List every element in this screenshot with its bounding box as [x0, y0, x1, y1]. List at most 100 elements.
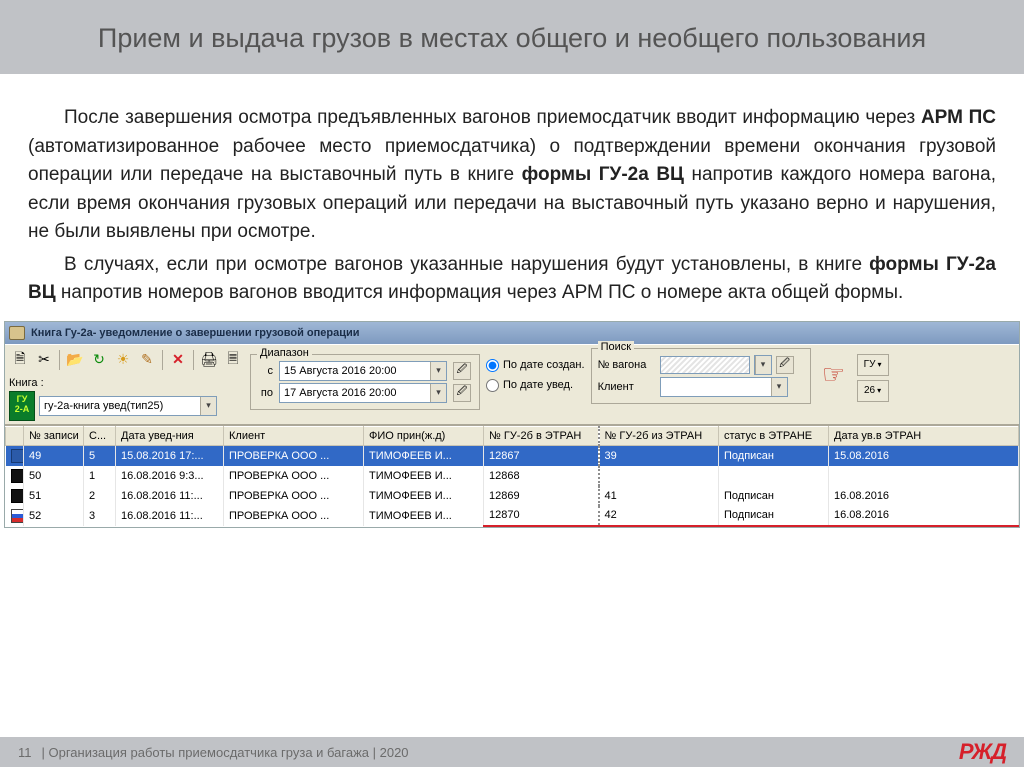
chevron-down-icon: ▾: [877, 386, 881, 395]
search-wagon-btn[interactable]: 🖉: [776, 356, 794, 374]
gu26-top-button[interactable]: ГУ▾: [857, 354, 889, 376]
search-wagon-input[interactable]: [660, 356, 750, 374]
radio-by-notify[interactable]: По дате увед.: [486, 378, 585, 392]
sun-icon[interactable]: ☀: [112, 349, 134, 371]
new-doc-icon[interactable]: 🗎: [9, 349, 31, 371]
cell-gu-in: 12867: [484, 445, 599, 466]
th-gu-out[interactable]: № ГУ-2б из ЭТРАН: [599, 426, 719, 445]
cell-client: ПРОВЕРКА ООО ...: [224, 486, 364, 506]
chevron-down-icon[interactable]: [755, 356, 771, 374]
cell-gu-in: 12868: [484, 466, 599, 486]
search-client-combo[interactable]: [660, 377, 788, 397]
chevron-down-icon[interactable]: [200, 397, 216, 415]
th-rec[interactable]: № записи: [24, 426, 84, 445]
search-client-label: Клиент: [598, 381, 656, 393]
toolbar-icons: 🗎 ✂ 📂 ↻ ☀ ✎ ✕ 🖨 🗏: [9, 348, 244, 372]
badge-line2: 2-А: [10, 405, 34, 415]
cell-client: ПРОВЕРКА ООО ...: [224, 506, 364, 526]
cell-status: Подписан: [719, 486, 829, 506]
folder-icon[interactable]: 📂: [64, 349, 86, 371]
cell-client: ПРОВЕРКА ООО ...: [224, 466, 364, 486]
slide-footer: 11 | Организация работы приемосдатчика г…: [0, 737, 1024, 767]
separator: [193, 350, 194, 370]
range-to-input[interactable]: [280, 384, 430, 402]
cell-icon: [6, 486, 24, 506]
range-group: Диапазон с 🖉 по 🖉: [250, 354, 480, 410]
radio-by-notify-input[interactable]: [486, 379, 499, 392]
range-to-label: по: [257, 387, 273, 399]
chevron-down-icon[interactable]: [430, 384, 446, 402]
table-row[interactable]: 50116.08.2016 9:3...ПРОВЕРКА ООО ...ТИМО…: [6, 466, 1019, 486]
chevron-down-icon[interactable]: [430, 362, 446, 380]
cell-gu-in: 12870: [484, 506, 599, 526]
cell-fio: ТИМОФЕЕВ И...: [364, 466, 484, 486]
cell-gu-out: 42: [599, 506, 719, 526]
cell-date-etran: 15.08.2016: [829, 445, 1019, 466]
gu26-top-text: ГУ: [864, 359, 876, 370]
range-legend: Диапазон: [257, 347, 312, 359]
range-from-input[interactable]: [280, 362, 430, 380]
range-to-picker[interactable]: 🖉: [453, 384, 471, 402]
chevron-down-icon: ▾: [877, 360, 881, 369]
footer-text: | Организация работы приемосдатчика груз…: [42, 745, 409, 760]
slide-title: Прием и выдача грузов в местах общего и …: [40, 20, 984, 56]
cell-icon: [6, 466, 24, 486]
cell-s: 2: [84, 486, 116, 506]
range-to-combo[interactable]: [279, 383, 447, 403]
radio-by-create-input[interactable]: [486, 359, 499, 372]
th-s[interactable]: С...: [84, 426, 116, 445]
cell-fio: ТИМОФЕЕВ И...: [364, 506, 484, 526]
cell-date: 16.08.2016 9:3...: [116, 466, 224, 486]
p1-pre: После завершения осмотра предъявленных в…: [64, 107, 921, 128]
th-client[interactable]: Клиент: [224, 426, 364, 445]
search-client-input[interactable]: [661, 378, 771, 396]
table-row[interactable]: 51216.08.2016 11:...ПРОВЕРКА ООО ...ТИМО…: [6, 486, 1019, 506]
th-fio[interactable]: ФИО прин(ж.д): [364, 426, 484, 445]
cell-gu-out: 41: [599, 486, 719, 506]
th-date-etran[interactable]: Дата ув.в ЭТРАН: [829, 426, 1019, 445]
app-window: Книга Гу-2а- уведомление о завершении гр…: [4, 321, 1020, 528]
gu26-bottom-button[interactable]: 26▾: [857, 380, 889, 402]
records-table[interactable]: № записи С... Дата увед-ния Клиент ФИО п…: [5, 425, 1019, 527]
slide-header: Прием и выдача грузов в местах общего и …: [0, 0, 1024, 74]
titlebar: Книга Гу-2а- уведомление о завершении гр…: [5, 322, 1019, 344]
pencil-icon[interactable]: ✎: [136, 349, 158, 371]
book-selector: Книга : ГУ 2-А: [9, 377, 244, 421]
delete-icon[interactable]: ✕: [167, 349, 189, 371]
gu26-bottom-text: 26: [864, 385, 875, 396]
radio-by-create-label: По дате создан.: [503, 359, 585, 371]
table-header-row: № записи С... Дата увед-ния Клиент ФИО п…: [6, 426, 1019, 445]
cell-gu-out: [599, 466, 719, 486]
book-combo-input[interactable]: [40, 397, 200, 415]
row-status-icon: [11, 489, 24, 503]
p1-b1: АРМ ПС: [921, 107, 996, 128]
cell-icon: [6, 506, 24, 526]
paragraph-2: В случаях, если при осмотре вагонов указ…: [28, 251, 996, 308]
cell-s: 5: [84, 445, 116, 466]
cell-s: 1: [84, 466, 116, 486]
book-label: Книга :: [9, 377, 244, 389]
refresh-icon[interactable]: ↻: [88, 349, 110, 371]
hand-pointer-icon[interactable]: ☞: [817, 358, 851, 392]
book-combo[interactable]: [39, 396, 217, 416]
page-number: 11: [18, 745, 32, 760]
th-icon[interactable]: [6, 426, 24, 445]
doc-icon[interactable]: 🗏: [222, 349, 244, 371]
rzd-logo: РЖД: [959, 739, 1006, 765]
th-date[interactable]: Дата увед-ния: [116, 426, 224, 445]
scissors-icon[interactable]: ✂: [33, 349, 55, 371]
separator: [162, 350, 163, 370]
th-status[interactable]: статус в ЭТРАНЕ: [719, 426, 829, 445]
chevron-down-icon[interactable]: [771, 378, 787, 396]
radio-by-create[interactable]: По дате создан.: [486, 358, 585, 372]
body-text: После завершения осмотра предъявленных в…: [0, 74, 1024, 317]
range-from-combo[interactable]: [279, 361, 447, 381]
table-row[interactable]: 52316.08.2016 11:...ПРОВЕРКА ООО ...ТИМО…: [6, 506, 1019, 526]
search-wagon-dd[interactable]: [754, 355, 772, 375]
p1-b2: формы ГУ-2а ВЦ: [522, 164, 684, 185]
range-from-picker[interactable]: 🖉: [453, 362, 471, 380]
toolbar: 🗎 ✂ 📂 ↻ ☀ ✎ ✕ 🖨 🗏 Книга : ГУ 2-А: [5, 344, 1019, 425]
print-icon[interactable]: 🖨: [198, 349, 220, 371]
table-row[interactable]: 49515.08.2016 17:...ПРОВЕРКА ООО ...ТИМО…: [6, 445, 1019, 466]
th-gu-in[interactable]: № ГУ-2б в ЭТРАН: [484, 426, 599, 445]
